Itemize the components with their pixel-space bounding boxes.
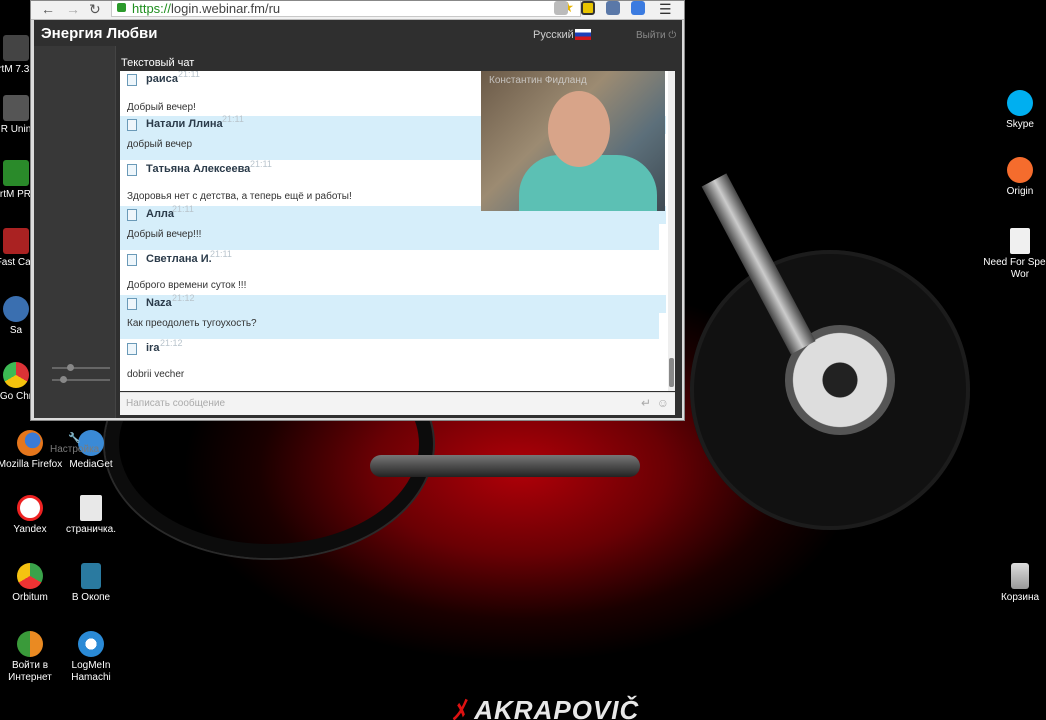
car-extension-icon[interactable] <box>606 1 620 15</box>
webinar-page: Энергия Любви Русский Выйти ⏻ 🔧 Настройка… <box>34 20 682 455</box>
chrome-icon <box>3 362 29 388</box>
message-time: 21:11 <box>172 204 194 214</box>
author-name: раиса <box>146 73 178 85</box>
chat-section-label: Текстовый чат <box>121 57 195 69</box>
screencast-extension-icon[interactable] <box>581 1 595 15</box>
mic-slider[interactable] <box>52 376 110 383</box>
extension-icon[interactable] <box>554 1 568 15</box>
message-text: Добрый вечер! <box>127 102 196 113</box>
message-time: 21:11 <box>210 249 232 259</box>
emoji-icon[interactable]: ☺ <box>657 396 669 410</box>
webinar-title: Энергия Любви <box>41 25 158 42</box>
chat-input[interactable]: Написать сообщение ↵ ☺ <box>120 392 675 415</box>
back-icon[interactable]: ← <box>41 1 55 17</box>
exhaust-pipe <box>370 455 640 477</box>
message-time: 21:11 <box>178 71 200 79</box>
faststone-icon <box>3 228 29 254</box>
power-icon: ⏻ <box>668 30 677 41</box>
chat-scrollbar[interactable] <box>668 71 675 391</box>
url-scheme: https:// <box>132 1 172 16</box>
shortcut-file-icon <box>1010 228 1030 254</box>
presenter-name: Константин Фидланд <box>489 75 587 86</box>
chat-message-author: ira 21:12 <box>120 338 666 358</box>
forward-icon[interactable]: → <box>66 1 80 17</box>
desktop-icon-need-for-speed[interactable]: Need For Speed Wor <box>982 228 1046 281</box>
message-time: 21:11 <box>222 114 244 124</box>
recycle-bin-icon <box>1011 563 1029 589</box>
message-icon <box>127 209 137 221</box>
author-name: Светлана И. <box>146 253 212 265</box>
message-text: Здоровья нет с детства, а теперь ещё и р… <box>127 191 352 202</box>
chat-message-author: Naza 21:12 <box>120 293 666 313</box>
orbitum-icon <box>17 563 43 589</box>
message-text: Добрый вечер!!! <box>120 224 659 250</box>
translate-extension-icon[interactable] <box>631 1 645 15</box>
message-icon <box>127 298 137 310</box>
artmoney-pro-icon <box>3 160 29 186</box>
chat-message-author: Светлана И. 21:11 <box>120 249 666 269</box>
lock-icon <box>117 3 126 12</box>
artmoney-icon <box>3 35 29 61</box>
volume-slider[interactable] <box>52 364 110 371</box>
browser-toolbar: ← → ↻ https://login.webinar.fm/ru ★ ☰ <box>31 0 684 20</box>
send-enter-icon[interactable]: ↵ <box>641 396 651 410</box>
v-okope-icon <box>81 563 101 589</box>
message-icon <box>127 74 137 86</box>
menu-icon[interactable]: ☰ <box>659 1 672 17</box>
settings-label: Настройка <box>50 444 100 455</box>
message-time: 21:12 <box>160 338 183 348</box>
address-bar[interactable]: https://login.webinar.fm/ru ★ <box>111 0 581 17</box>
uninstaller-icon <box>3 95 29 121</box>
document-icon <box>80 495 102 521</box>
author-name: Алла <box>146 208 175 220</box>
brand-logo: ﾒ AKRAPOVIČ <box>452 695 640 720</box>
message-time: 21:12 <box>172 293 195 303</box>
logout-button[interactable]: Выйти ⏻ <box>636 30 676 41</box>
chat-message-list: раиса 21:11 Добрый вечер! Натали Ллина 2… <box>120 71 675 391</box>
author-name: Натали Ллина <box>146 118 223 130</box>
message-icon <box>127 254 137 266</box>
message-text: dobrii vecher <box>127 369 185 380</box>
author-name: ira <box>146 342 160 354</box>
logout-label: Выйти <box>636 30 666 41</box>
presenter-video[interactable]: Константин Фидланд <box>481 71 665 211</box>
desktop-icon-recycle-bin[interactable]: Корзина <box>982 563 1046 604</box>
message-icon <box>127 119 137 131</box>
message-icon <box>127 164 137 176</box>
author-name: Naza <box>146 297 172 309</box>
russian-flag-icon[interactable] <box>575 29 591 40</box>
hamachi-icon <box>78 631 104 657</box>
reload-icon[interactable]: ↻ <box>89 1 101 17</box>
participants-panel: 🔧 Настройка <box>34 46 116 455</box>
wrench-icon: 🔧 <box>68 433 81 444</box>
scrollbar-thumb[interactable] <box>669 358 674 387</box>
message-text: Доброго времени суток !!! <box>127 280 247 291</box>
author-name: Татьяна Алексеева <box>146 163 251 175</box>
desktop-icon-hamachi[interactable]: LogMeIn Hamachi <box>53 631 129 684</box>
message-text: Как преодолеть тугоухость? <box>120 313 659 339</box>
internet-icon <box>17 631 43 657</box>
message-icon <box>127 343 137 355</box>
firefox-icon <box>17 430 43 456</box>
skype-icon <box>1007 90 1033 116</box>
sa-icon <box>3 296 29 322</box>
desktop-icon-skype[interactable]: Skype <box>982 90 1046 131</box>
volume-slider-knob[interactable] <box>67 364 74 371</box>
desktop-icon-origin[interactable]: Origin <box>982 157 1046 198</box>
mic-slider-knob[interactable] <box>60 376 67 383</box>
language-selector[interactable]: Русский <box>533 29 574 41</box>
origin-icon <box>1007 157 1033 183</box>
presenter-head <box>548 91 610 167</box>
browser-window: ← → ↻ https://login.webinar.fm/ru ★ ☰ Эн… <box>30 0 685 455</box>
desktop-icon-v-okope[interactable]: В Окопе <box>53 563 129 604</box>
yandex-icon <box>17 495 43 521</box>
message-time: 21:11 <box>250 159 272 169</box>
settings-button[interactable]: 🔧 Настройка <box>50 433 99 455</box>
desktop-icon-page-file[interactable]: страничка. <box>53 495 129 536</box>
chat-input-placeholder: Написать сообщение <box>126 398 226 409</box>
url-text: login.webinar.fm/ru <box>171 1 281 16</box>
